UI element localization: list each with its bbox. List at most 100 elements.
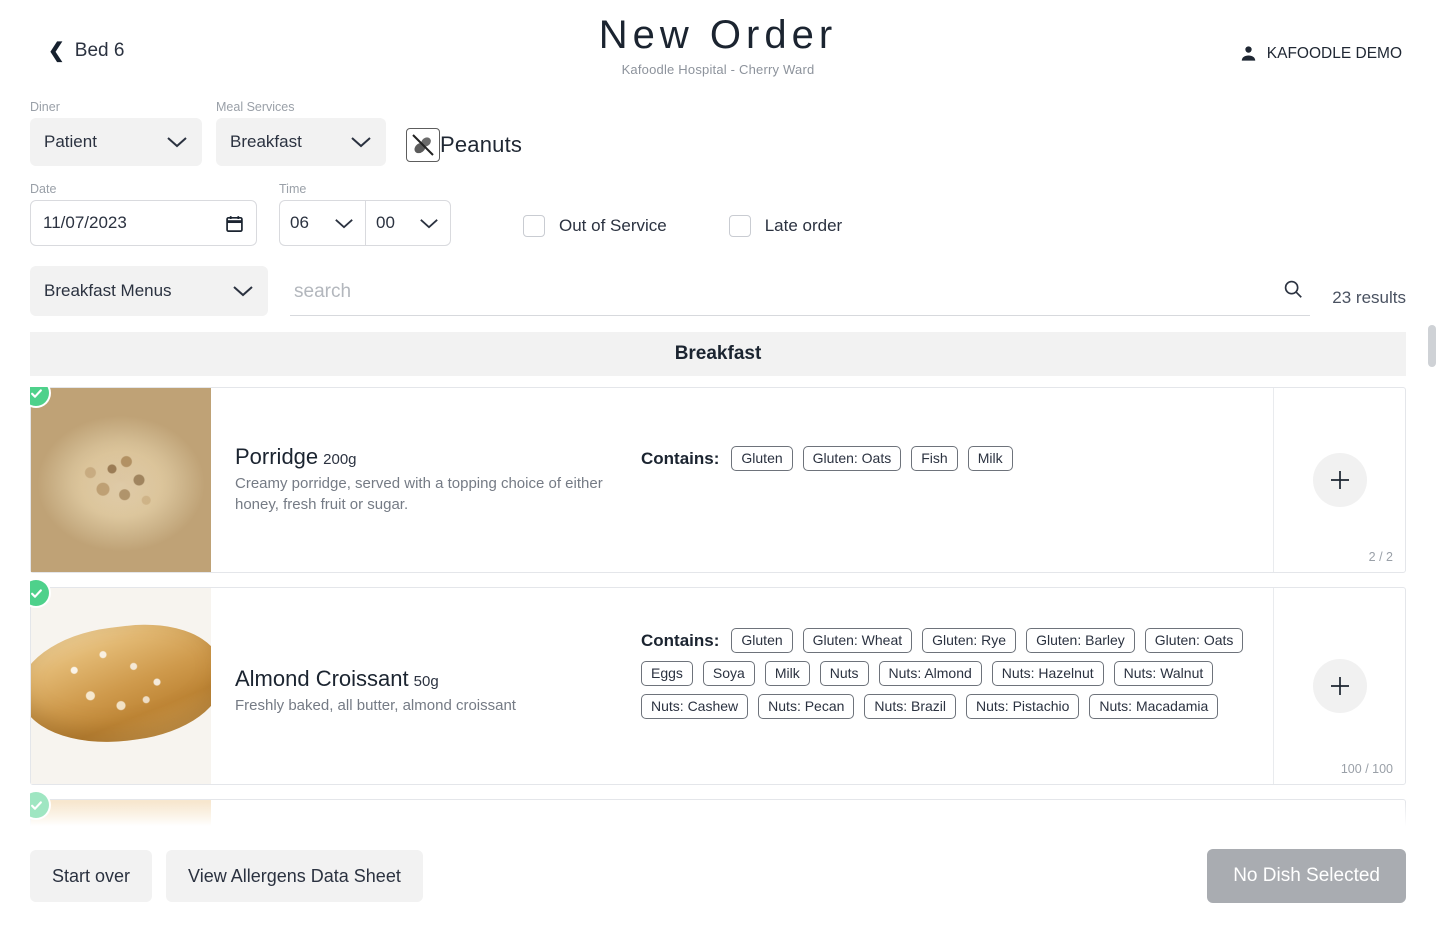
dish-quantity: 100 / 100 [1340, 762, 1393, 776]
time-hour-value: 06 [290, 213, 309, 232]
time-field: Time 06 00 [279, 182, 451, 246]
allergen-tag: Milk [764, 661, 810, 687]
time-hour-select[interactable]: 06 [279, 200, 365, 246]
page-title: New Order [598, 13, 838, 57]
search-input[interactable] [290, 280, 1311, 309]
submit-order-button: No Dish Selected [1207, 849, 1406, 903]
dish-portion: 50g [413, 673, 439, 690]
chevron-down-icon [166, 131, 188, 153]
dish-thumbnail [31, 388, 211, 572]
meal-services-value: Breakfast [230, 132, 302, 151]
chevron-down-icon [350, 131, 372, 153]
allergen-alert: Peanuts [406, 128, 522, 162]
time-minute-select[interactable]: 00 [365, 200, 451, 246]
search-icon[interactable] [1282, 278, 1304, 305]
allergen-tag: Gluten: Wheat [802, 628, 913, 654]
allergen-tag: Gluten [731, 628, 793, 654]
diner-label: Diner [30, 100, 60, 114]
allergen-alert-label: Peanuts [440, 132, 523, 157]
dish-description: Freshly baked, all butter, almond croiss… [235, 697, 516, 714]
meal-services-select[interactable]: Breakfast [216, 118, 386, 166]
time-group: 06 00 [279, 200, 451, 246]
diner-value: Patient [44, 132, 97, 151]
search-field[interactable] [290, 274, 1311, 316]
start-over-button[interactable]: Start over [30, 850, 153, 902]
diner-field: Diner Patient [30, 100, 202, 166]
allergen-tag: Eggs [641, 661, 693, 687]
dish-list[interactable]: Porridge 200g Creamy porridge, served wit… [30, 387, 1406, 837]
dish-name-text: Almond Croissant [235, 666, 409, 691]
out-of-service-label: Out of Service [559, 216, 667, 235]
allergen-tag: Gluten: Oats [1144, 628, 1244, 654]
meal-services-field: Meal Services Breakfast [216, 100, 386, 166]
dish-allergens: Contains: Gluten Gluten: Wheat Gluten: R… [631, 588, 1273, 784]
meal-services-label: Meal Services [216, 100, 295, 114]
calendar-icon[interactable] [225, 214, 244, 233]
croissant-image [31, 588, 211, 784]
filter-row-3: Breakfast Menus 23 results [30, 266, 1406, 316]
contains-label: Contains: [641, 448, 720, 468]
back-button[interactable]: ❮ Bed 6 [48, 40, 124, 62]
allergen-tag: Gluten [731, 446, 793, 472]
date-field: Date 11/07/2023 [30, 182, 257, 246]
porridge-image [31, 388, 211, 572]
allergen-tag: Nuts: Walnut [1113, 661, 1214, 687]
filter-row-1: Diner Patient Meal Services Breakfast Pe… [30, 100, 1406, 166]
allergen-tag: Nuts: Hazelnut [991, 661, 1104, 687]
time-minute-value: 00 [376, 213, 395, 232]
view-allergens-button[interactable]: View Allergens Data Sheet [166, 850, 423, 902]
date-input[interactable]: 11/07/2023 [30, 200, 257, 246]
menu-value: Breakfast Menus [44, 281, 172, 300]
allergen-tag: Nuts: Almond [878, 661, 982, 687]
person-icon [1239, 44, 1258, 63]
checkbox-box [728, 215, 751, 237]
out-of-service-checkbox[interactable]: Out of Service [523, 215, 667, 237]
add-column [1273, 588, 1405, 784]
allergen-tag: Gluten: Rye [922, 628, 1017, 654]
page-scrollbar[interactable] [1428, 325, 1436, 367]
chevron-down-icon [232, 280, 254, 302]
allergen-tag: Nuts [819, 661, 869, 687]
chevron-left-icon: ❮ [48, 40, 65, 62]
date-label: Date [30, 182, 57, 196]
allergen-tag: Soya [702, 661, 755, 687]
allergen-row: Contains: Gluten Gluten: Wheat Gluten: R… [641, 628, 1259, 720]
dish-body: Almond Croissant 50g Freshly baked, all b… [211, 588, 1405, 784]
dish-allergens: Contains: Gluten Gluten: Oats Fish Milk [631, 388, 1273, 572]
allergen-tag: Gluten: Oats [802, 446, 902, 472]
dish-name-text: Porridge [235, 444, 319, 469]
peanut-allergen-icon [406, 128, 440, 162]
section-header: Breakfast [30, 332, 1406, 376]
diner-select[interactable]: Patient [30, 118, 202, 166]
user-name: KAFOODLE DEMO [1266, 44, 1402, 62]
dish-name: Almond Croissant 50g [235, 666, 615, 692]
menu-select[interactable]: Breakfast Menus [30, 266, 268, 316]
dish-info: Porridge 200g Creamy porridge, served wit… [211, 388, 631, 572]
allergen-tag: Milk [967, 446, 1013, 472]
late-order-checkbox[interactable]: Late order [728, 215, 842, 237]
allergen-tag: Gluten: Barley [1026, 628, 1135, 654]
date-value: 11/07/2023 [43, 213, 127, 232]
page-subtitle: Kafoodle Hospital - Cherry Ward [621, 62, 815, 77]
user-menu[interactable]: KAFOODLE DEMO [1239, 44, 1402, 63]
dish-description: Creamy porridge, served with a topping c… [235, 475, 603, 513]
dish-thumbnail [31, 588, 211, 784]
dish-card-porridge[interactable]: Porridge 200g Creamy porridge, served wit… [30, 387, 1406, 573]
footer-bar: Start over View Allergens Data Sheet No … [0, 826, 1436, 925]
chevron-down-icon [333, 212, 355, 234]
add-dish-button[interactable] [1312, 659, 1367, 713]
new-order-page: ❮ Bed 6 New Order Kafoodle Hospital - Ch… [0, 0, 1436, 925]
results-count: 23 results [1332, 288, 1406, 307]
dish-card-almond-croissant[interactable]: Almond Croissant 50g Freshly baked, all b… [30, 580, 1406, 785]
title-block: New Order Kafoodle Hospital - Cherry War… [0, 12, 1436, 77]
toggles-group: Out of Service Late order [523, 215, 842, 237]
allergen-tag: Fish [911, 446, 958, 472]
filter-row-2: Date 11/07/2023 Time 06 00 Out of Servic… [30, 182, 1406, 246]
allergen-row: Contains: Gluten Gluten: Oats Fish Milk [641, 446, 1259, 472]
dish-body: Porridge 200g Creamy porridge, served wit… [211, 388, 1405, 572]
add-dish-button[interactable] [1312, 453, 1367, 507]
dish-info: Almond Croissant 50g Freshly baked, all b… [211, 588, 631, 784]
allergen-tag: Nuts: Brazil [864, 694, 956, 720]
back-button-label: Bed 6 [74, 40, 125, 61]
allergen-tag: Nuts: Pistachio [966, 694, 1080, 720]
